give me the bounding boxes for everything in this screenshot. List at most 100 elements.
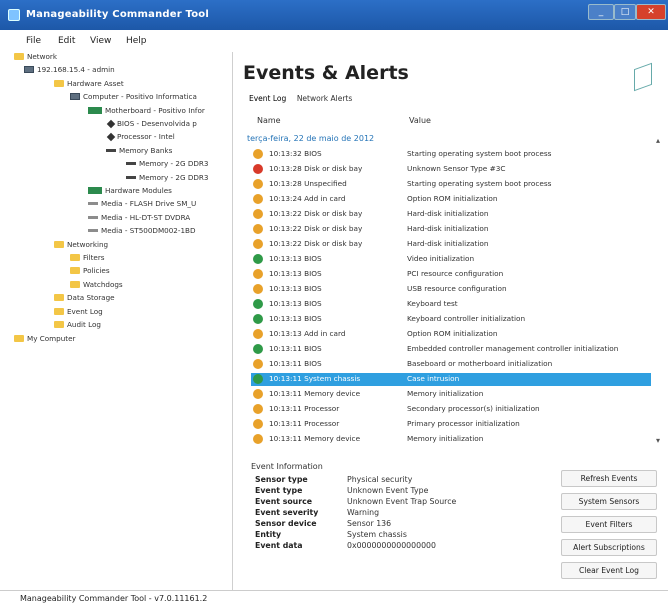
menu-help[interactable]: Help xyxy=(126,36,147,46)
menu-edit[interactable]: Edit xyxy=(58,36,75,46)
tree-node[interactable]: Memory - 2G DDR3 xyxy=(126,159,208,171)
tree-node[interactable]: Computer - Positivo Informatica xyxy=(70,92,197,104)
info-row: Event data 0x0000000000000000 xyxy=(251,541,551,552)
severity-orange-icon xyxy=(253,149,263,159)
info-value: Physical security xyxy=(347,475,413,484)
event-filters-button[interactable]: Event Filters xyxy=(561,516,657,533)
memory-icon xyxy=(126,162,136,166)
column-header-value[interactable]: Value xyxy=(409,116,431,125)
tree-node[interactable]: Memory - 2G DDR3 xyxy=(126,173,208,185)
event-value: Option ROM initialization xyxy=(407,329,498,338)
event-row[interactable]: 10:13:13 Add in card Option ROM initializ… xyxy=(251,328,651,341)
severity-orange-icon xyxy=(253,284,263,294)
severity-green-icon xyxy=(253,299,263,309)
page-title: Events & Alerts xyxy=(243,62,409,84)
folder-icon xyxy=(54,321,64,328)
tree-node-label: My Computer xyxy=(27,334,76,343)
severity-orange-icon xyxy=(253,434,263,444)
event-name: 10:13:13 BIOS xyxy=(269,299,322,308)
tree-node[interactable]: Processor - Intel xyxy=(106,132,175,144)
system-sensors-button[interactable]: System Sensors xyxy=(561,493,657,510)
tree-node[interactable]: 192.168.15.4 - admin xyxy=(24,65,115,77)
tree-node[interactable]: Memory Banks xyxy=(106,146,172,158)
tree-node[interactable]: Filters xyxy=(70,253,105,265)
info-row: Entity System chassis xyxy=(251,530,551,541)
event-name: 10:13:11 Memory device xyxy=(269,434,361,443)
close-button[interactable]: ✕ xyxy=(636,4,666,20)
event-row[interactable]: 10:13:11 Processor Primary processor init… xyxy=(251,418,651,431)
event-row[interactable]: 10:13:11 System chassis Case intrusion xyxy=(251,373,651,386)
event-row[interactable]: 10:13:13 BIOS PCI resource configuration xyxy=(251,268,651,281)
event-row[interactable]: 10:13:11 BIOS Baseboard or motherboard in… xyxy=(251,358,651,371)
refresh-events-button[interactable]: Refresh Events xyxy=(561,470,657,487)
event-name: 10:13:22 Disk or disk bay xyxy=(269,239,363,248)
date-group-header[interactable]: terça-feira, 22 de maio de 2012 xyxy=(247,134,374,143)
status-bar: Manageability Commander Tool - v7.0.1116… xyxy=(0,590,668,606)
column-header-name[interactable]: Name xyxy=(257,116,281,125)
drive-icon xyxy=(88,215,98,219)
severity-orange-icon xyxy=(253,404,263,414)
tree-node[interactable]: Network xyxy=(14,52,57,64)
event-row[interactable]: 10:13:11 Memory device Memory initializat… xyxy=(251,388,651,401)
event-row[interactable]: 10:13:22 Disk or disk bay Hard-disk initi… xyxy=(251,208,651,221)
event-row[interactable]: 10:13:28 Unspecified Starting operating s… xyxy=(251,178,651,191)
tree-node[interactable]: Media - ST500DM002-1BD xyxy=(88,226,196,238)
event-row[interactable]: 10:13:22 Disk or disk bay Hard-disk initi… xyxy=(251,223,651,236)
tree-node[interactable]: Hardware Asset xyxy=(54,79,124,91)
status-text: Manageability Commander Tool - v7.0.1116… xyxy=(20,594,208,603)
info-key: Event type xyxy=(255,486,303,495)
drive-icon xyxy=(88,229,98,233)
event-row[interactable]: 10:13:24 Add in card Option ROM initializ… xyxy=(251,193,651,206)
event-name: 10:13:11 BIOS xyxy=(269,359,322,368)
event-row[interactable]: 10:13:13 BIOS Video initialization xyxy=(251,253,651,266)
event-row[interactable]: 10:13:32 BIOS Starting operating system b… xyxy=(251,148,651,161)
minimize-button[interactable]: _ xyxy=(588,4,614,20)
tree-node[interactable]: Media - FLASH Drive SM_U xyxy=(88,199,196,211)
app-icon xyxy=(8,9,20,21)
tree-node[interactable]: Watchdogs xyxy=(70,280,123,292)
menu-file[interactable]: File xyxy=(26,36,41,46)
tree-node[interactable]: Networking xyxy=(54,240,108,252)
tab-event-log[interactable]: Event Log xyxy=(249,94,286,103)
computer-icon xyxy=(70,93,80,101)
tree-node-label: Hardware Asset xyxy=(67,78,124,88)
tree-node-label: Hardware Modules xyxy=(105,186,172,195)
event-value: Starting operating system boot process xyxy=(407,179,552,188)
event-name: 10:13:11 Processor xyxy=(269,404,340,413)
tree-node[interactable]: BIOS - Desenvolvida p xyxy=(106,119,197,131)
tree-node[interactable]: Hardware Modules xyxy=(88,186,172,198)
event-name: 10:13:13 BIOS xyxy=(269,269,322,278)
tree-node[interactable]: Audit Log xyxy=(54,320,101,332)
tree-node-label: BIOS - Desenvolvida p xyxy=(117,119,197,128)
event-value: Secondary processor(s) initialization xyxy=(407,404,540,413)
scroll-up-arrow[interactable]: ▴ xyxy=(656,136,660,145)
tab-network-alerts[interactable]: Network Alerts xyxy=(297,94,352,103)
scroll-down-arrow[interactable]: ▾ xyxy=(656,436,660,445)
event-row[interactable]: 10:13:22 Disk or disk bay Hard-disk initi… xyxy=(251,238,651,251)
computer-icon xyxy=(24,66,34,74)
tree-node[interactable]: Data Storage xyxy=(54,293,115,305)
event-value: Memory initialization xyxy=(407,389,484,398)
tree-node[interactable]: Event Log xyxy=(54,307,103,319)
event-row[interactable]: 10:13:13 BIOS USB resource configuration xyxy=(251,283,651,296)
alert-subscriptions-button[interactable]: Alert Subscriptions xyxy=(561,539,657,556)
tree-node[interactable]: Policies xyxy=(70,266,110,278)
event-row[interactable]: 10:13:28 Disk or disk bay Unknown Sensor … xyxy=(251,163,651,176)
navigation-tree: Network 192.168.15.4 - admin Hardware Asse… xyxy=(14,52,226,592)
event-row[interactable]: 10:13:11 Memory device Memory initializat… xyxy=(251,433,651,446)
info-key: Sensor type xyxy=(255,475,308,484)
maximize-button[interactable]: □ xyxy=(614,4,636,20)
event-name: 10:13:22 Disk or disk bay xyxy=(269,224,363,233)
severity-orange-icon xyxy=(253,224,263,234)
event-row[interactable]: 10:13:13 BIOS Keyboard controller initial… xyxy=(251,313,651,326)
menu-view[interactable]: View xyxy=(90,36,111,46)
event-name: 10:13:32 BIOS xyxy=(269,149,322,158)
clear-event-log-button[interactable]: Clear Event Log xyxy=(561,562,657,579)
tree-node[interactable]: My Computer xyxy=(14,334,75,346)
tree-node[interactable]: Motherboard - Positivo Infor xyxy=(88,106,205,118)
event-row[interactable]: 10:13:11 BIOS Embedded controller managem… xyxy=(251,343,651,356)
event-row[interactable]: 10:13:13 BIOS Keyboard test xyxy=(251,298,651,311)
event-name: 10:13:13 BIOS xyxy=(269,284,322,293)
event-row[interactable]: 10:13:11 Processor Secondary processor(s)… xyxy=(251,403,651,416)
tree-node[interactable]: Media - HL-DT-ST DVDRA xyxy=(88,213,190,225)
